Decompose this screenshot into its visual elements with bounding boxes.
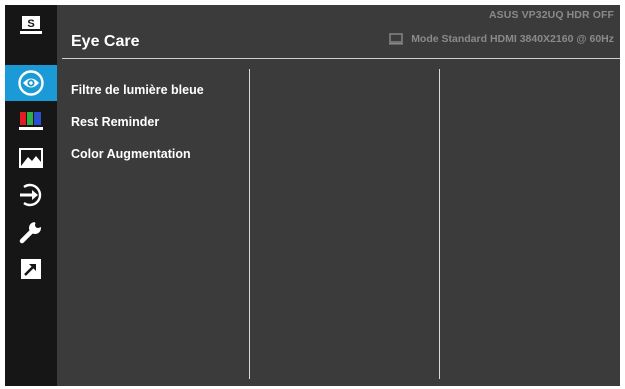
sidebar-item-input-select[interactable]	[5, 177, 57, 213]
image-landscape-icon	[19, 148, 43, 168]
sidebar-item-shortcut[interactable]	[5, 251, 57, 287]
sidebar-item-color[interactable]	[5, 103, 57, 139]
header-divider	[62, 58, 620, 59]
shortcut-arrow-icon	[21, 259, 41, 279]
sidebar-item-eye-care[interactable]	[5, 65, 57, 101]
splendid-icon: S	[20, 16, 42, 34]
sidebar-item-system-setup[interactable]	[5, 214, 57, 250]
splendid-glyph: S	[27, 18, 34, 30]
mode-text: Mode Standard HDMI 3840X2160 @ 60Hz	[411, 33, 614, 45]
sidebar: S	[5, 5, 57, 386]
mode-info: Mode Standard HDMI 3840X2160 @ 60Hz	[389, 33, 614, 45]
page-title: Eye Care	[71, 33, 140, 50]
color-bars-icon	[19, 112, 43, 130]
osd-menu: S Eye Care ASUS VP32UQ HDR OFF Mode Stan…	[5, 5, 620, 386]
column-divider-2	[439, 69, 440, 379]
menu-item-blue-light-filter[interactable]: Filtre de lumière bleue	[71, 83, 204, 97]
input-select-icon	[20, 183, 42, 207]
model-info: ASUS VP32UQ HDR OFF	[488, 9, 614, 21]
column-divider-1	[249, 69, 250, 379]
wrench-icon	[19, 220, 43, 244]
menu-item-color-augmentation[interactable]: Color Augmentation	[71, 147, 191, 161]
monitor-icon	[389, 33, 404, 45]
sidebar-item-splendid[interactable]: S	[5, 7, 57, 43]
menu-item-rest-reminder[interactable]: Rest Reminder	[71, 115, 159, 129]
sidebar-item-image[interactable]	[5, 140, 57, 176]
eye-icon	[18, 70, 44, 96]
